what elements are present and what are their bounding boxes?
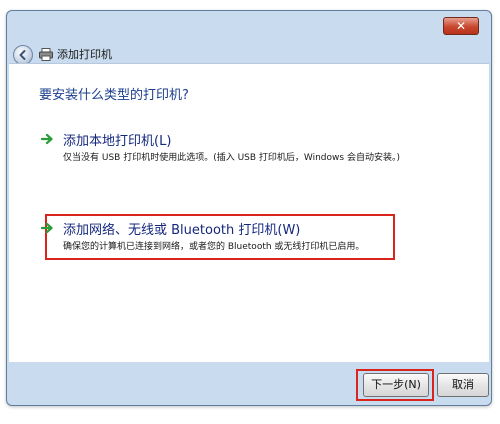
option-description: 确保您的计算机已连接到网络，或者您的 Bluetooth 或无线打印机已启用。 bbox=[63, 242, 365, 252]
printer-icon bbox=[39, 48, 53, 61]
back-arrow-icon bbox=[19, 50, 26, 60]
next-button-highlight bbox=[356, 369, 434, 401]
option-label: 添加本地打印机(L) bbox=[63, 134, 172, 149]
green-arrow-icon bbox=[41, 222, 53, 234]
close-button[interactable]: ✕ bbox=[443, 17, 479, 35]
back-button[interactable] bbox=[13, 45, 33, 65]
title-bar: ✕ 添加打印机 bbox=[7, 11, 491, 65]
option-description: 仅当没有 USB 打印机时使用此选项。(插入 USB 打印机后，Windows … bbox=[63, 153, 400, 163]
add-printer-dialog: ✕ 添加打印机 要安装什么类型的打印机? 添加本地打印机(L) 仅当没有 USB… bbox=[6, 10, 492, 406]
question-heading: 要安装什么类型的打印机? bbox=[39, 88, 189, 103]
cancel-button[interactable]: 取消 bbox=[437, 373, 489, 397]
option-add-network-printer[interactable]: 添加网络、无线或 Bluetooth 打印机(W) 确保您的计算机已连接到网络，… bbox=[41, 219, 461, 253]
option-add-local-printer[interactable]: 添加本地打印机(L) 仅当没有 USB 打印机时使用此选项。(插入 USB 打印… bbox=[41, 130, 461, 164]
content-area: 要安装什么类型的打印机? 添加本地打印机(L) 仅当没有 USB 打印机时使用此… bbox=[9, 63, 489, 362]
green-arrow-icon bbox=[41, 133, 53, 145]
dialog-title: 添加打印机 bbox=[57, 48, 112, 61]
option-label: 添加网络、无线或 Bluetooth 打印机(W) bbox=[63, 223, 301, 238]
close-icon: ✕ bbox=[455, 19, 467, 33]
